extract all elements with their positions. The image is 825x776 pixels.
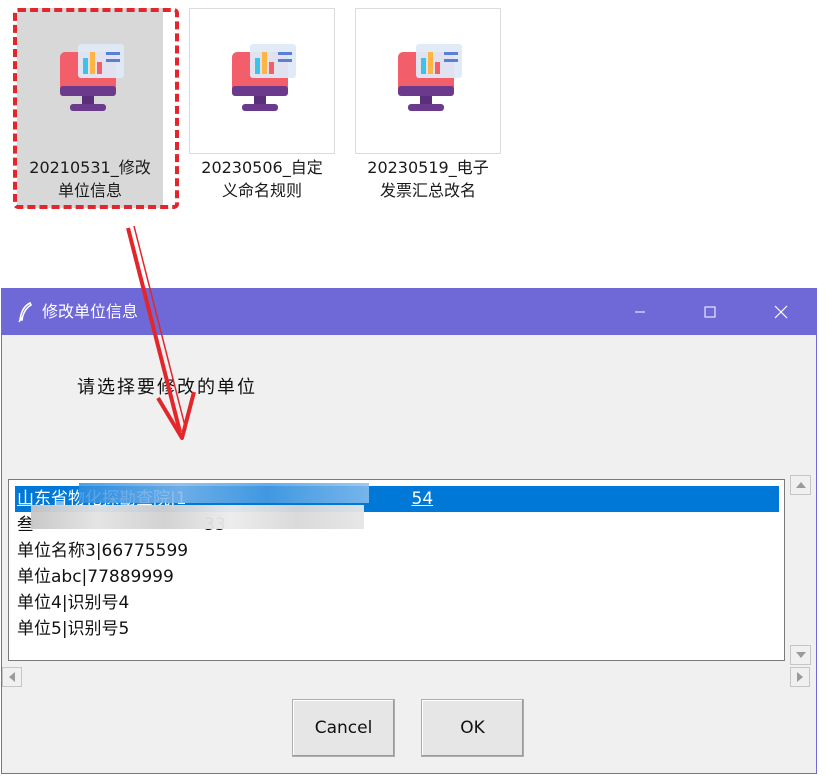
minimize-icon: [635, 311, 645, 313]
redaction-mask: [31, 505, 364, 529]
prompt-label: 请选择要修改的单位: [77, 377, 257, 398]
file-label: 20230506_自定 义命名规则: [201, 158, 323, 200]
scroll-down-button[interactable]: [790, 645, 811, 665]
horizontal-scrollbar[interactable]: [2, 665, 811, 689]
list-item[interactable]: 单位5|识别号5: [15, 616, 779, 642]
file-thumbnail: [17, 8, 163, 154]
file-label: 20210531_修改 单位信息: [29, 158, 151, 200]
scroll-up-button[interactable]: [790, 475, 811, 495]
list-item[interactable]: 单位abc|77889999: [15, 564, 779, 590]
caret-left-icon: [9, 672, 15, 682]
close-icon: [774, 305, 788, 319]
monitor-chart-icon: [60, 44, 124, 111]
monitor-chart-icon: [232, 44, 296, 111]
caret-right-icon: [797, 672, 803, 682]
list-item-text: 单位abc|77889999: [17, 567, 174, 587]
redaction-mask: [79, 483, 369, 503]
list-item-text: 单位5|识别号5: [17, 619, 130, 639]
list-item-text: 单位名称3|66775599: [17, 541, 189, 561]
file-item-20230506[interactable]: 20230506_自定 义命名规则: [189, 8, 335, 208]
caret-down-icon: [795, 652, 806, 658]
list-item[interactable]: 单位4|识别号4: [15, 590, 779, 616]
close-button[interactable]: [746, 289, 816, 335]
feather-icon: [18, 301, 33, 323]
list-item-suffix: 54: [411, 489, 434, 509]
file-thumbnail: [355, 8, 501, 154]
cancel-button[interactable]: Cancel: [292, 699, 395, 757]
unit-listbox[interactable]: 山东省物化探勘查院|154 叁33 单位名称3|66775599 单位abc|7…: [8, 479, 785, 661]
scroll-left-button[interactable]: [2, 667, 22, 687]
vertical-scrollbar[interactable]: [790, 475, 811, 665]
dialog-titlebar[interactable]: 修改单位信息: [2, 289, 816, 335]
file-item-20210531[interactable]: 20210531_修改 单位信息: [17, 8, 163, 208]
edit-unit-dialog: 修改单位信息 请选择要修改的单位 山东省物化探勘查院|154 叁33 单位名称3…: [1, 288, 817, 774]
scroll-right-button[interactable]: [790, 667, 810, 687]
maximize-icon: [704, 306, 716, 318]
dialog-title: 修改单位信息: [42, 302, 139, 321]
monitor-chart-icon: [398, 44, 462, 111]
file-item-20230519[interactable]: 20230519_电子 发票汇总改名: [355, 8, 501, 208]
maximize-button[interactable]: [675, 289, 745, 335]
file-thumbnail: [189, 8, 335, 154]
minimize-button[interactable]: [605, 289, 675, 335]
list-item[interactable]: 单位名称3|66775599: [15, 538, 779, 564]
file-label: 20230519_电子 发票汇总改名: [367, 158, 489, 200]
ok-button[interactable]: OK: [421, 699, 524, 757]
list-item-text: 单位4|识别号4: [17, 593, 130, 613]
caret-up-icon: [795, 482, 806, 488]
